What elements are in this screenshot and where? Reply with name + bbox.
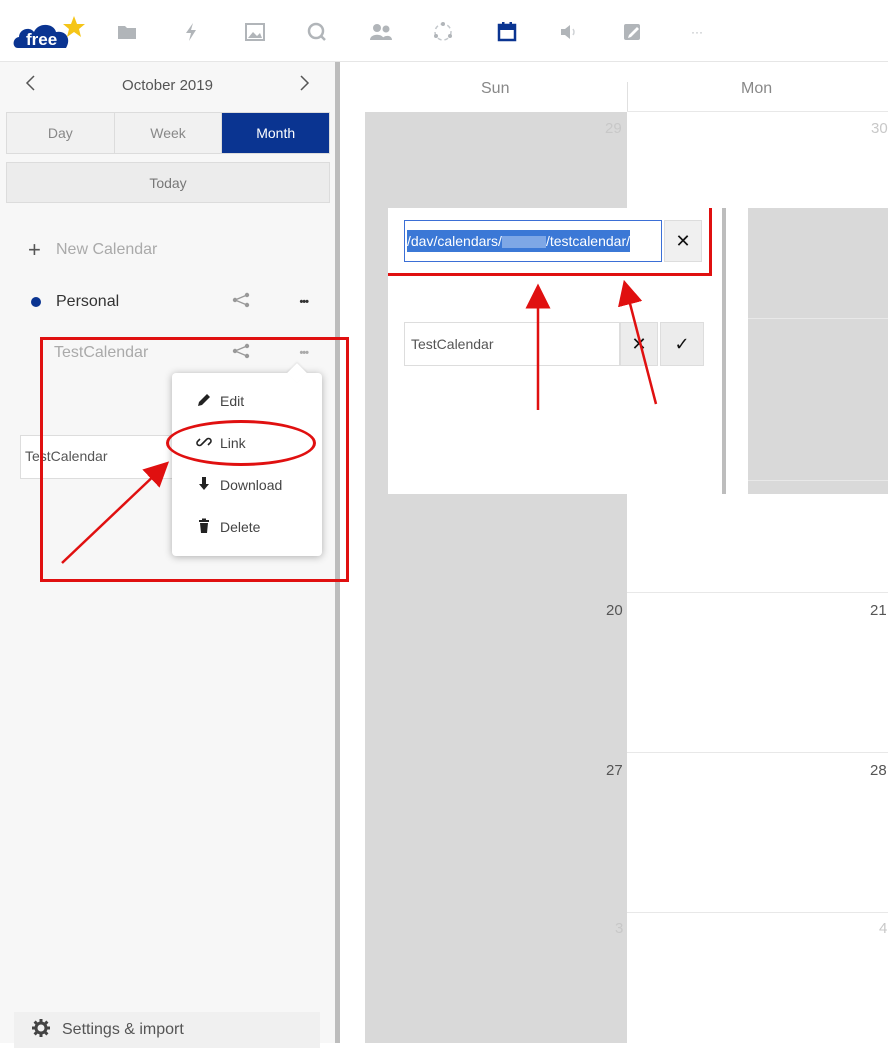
new-calendar-button[interactable]: + New Calendar — [28, 235, 328, 265]
settings-label: Settings & import — [62, 1021, 184, 1038]
calendar-item-label: Personal — [56, 293, 120, 310]
tab-day[interactable]: Day — [7, 113, 115, 153]
annotation-circle-link — [166, 420, 316, 466]
close-icon: ✕ — [631, 333, 647, 354]
circles-icon[interactable] — [432, 21, 454, 43]
app-header: free ··· — [0, 0, 888, 62]
more-apps-icon[interactable]: ··· — [686, 21, 708, 43]
calendar-item-personal[interactable]: Personal ••• — [28, 287, 328, 317]
day-cell-date[interactable]: 30 — [871, 120, 888, 137]
search-icon[interactable] — [306, 21, 328, 43]
day-cell-date[interactable]: 21 — [870, 602, 887, 619]
folder-icon[interactable] — [116, 21, 138, 43]
day-header-mon: Mon — [741, 80, 773, 97]
more-options-icon[interactable]: ••• — [299, 296, 309, 308]
day-cell-date[interactable]: 27 — [606, 762, 623, 779]
month-navigation: October 2019 — [0, 62, 335, 108]
tab-month[interactable]: Month — [222, 113, 330, 153]
svg-text:free: free — [26, 30, 57, 49]
share-icon[interactable] — [232, 292, 250, 313]
prev-month-button[interactable] — [20, 72, 40, 98]
day-cell-date[interactable]: 29 — [605, 120, 622, 137]
rename-calendar-input[interactable]: TestCalendar — [404, 322, 620, 366]
contacts-icon[interactable] — [370, 21, 392, 43]
notes-icon[interactable] — [622, 21, 644, 43]
activity-icon[interactable] — [180, 21, 202, 43]
day-cell-date[interactable]: 20 — [606, 602, 623, 619]
day-cell-date[interactable]: 4 — [879, 920, 887, 937]
day-header-sun: Sun — [481, 80, 510, 97]
tab-week[interactable]: Week — [115, 113, 223, 153]
day-cell-date[interactable]: 28 — [870, 762, 887, 779]
calendar-color-dot — [31, 297, 41, 307]
next-month-button[interactable] — [295, 72, 315, 98]
logo-icon[interactable]: free — [10, 14, 86, 52]
announcement-icon[interactable] — [558, 21, 580, 43]
gear-icon — [32, 1018, 50, 1042]
gallery-icon[interactable] — [244, 21, 266, 43]
view-switcher: Day Week Month — [6, 112, 330, 154]
month-label[interactable]: October 2019 — [122, 77, 213, 94]
checkmark-icon: ✓ — [674, 333, 690, 354]
annotation-box-url — [388, 208, 712, 276]
today-button[interactable]: Today — [6, 162, 330, 203]
confirm-rename-button[interactable]: ✓ — [660, 322, 704, 366]
day-cell-date[interactable]: 3 — [615, 920, 623, 937]
new-calendar-label: New Calendar — [56, 241, 158, 258]
cancel-rename-button[interactable]: ✕ — [620, 322, 658, 366]
plus-icon: + — [28, 237, 41, 262]
calendar-icon[interactable] — [496, 21, 518, 43]
